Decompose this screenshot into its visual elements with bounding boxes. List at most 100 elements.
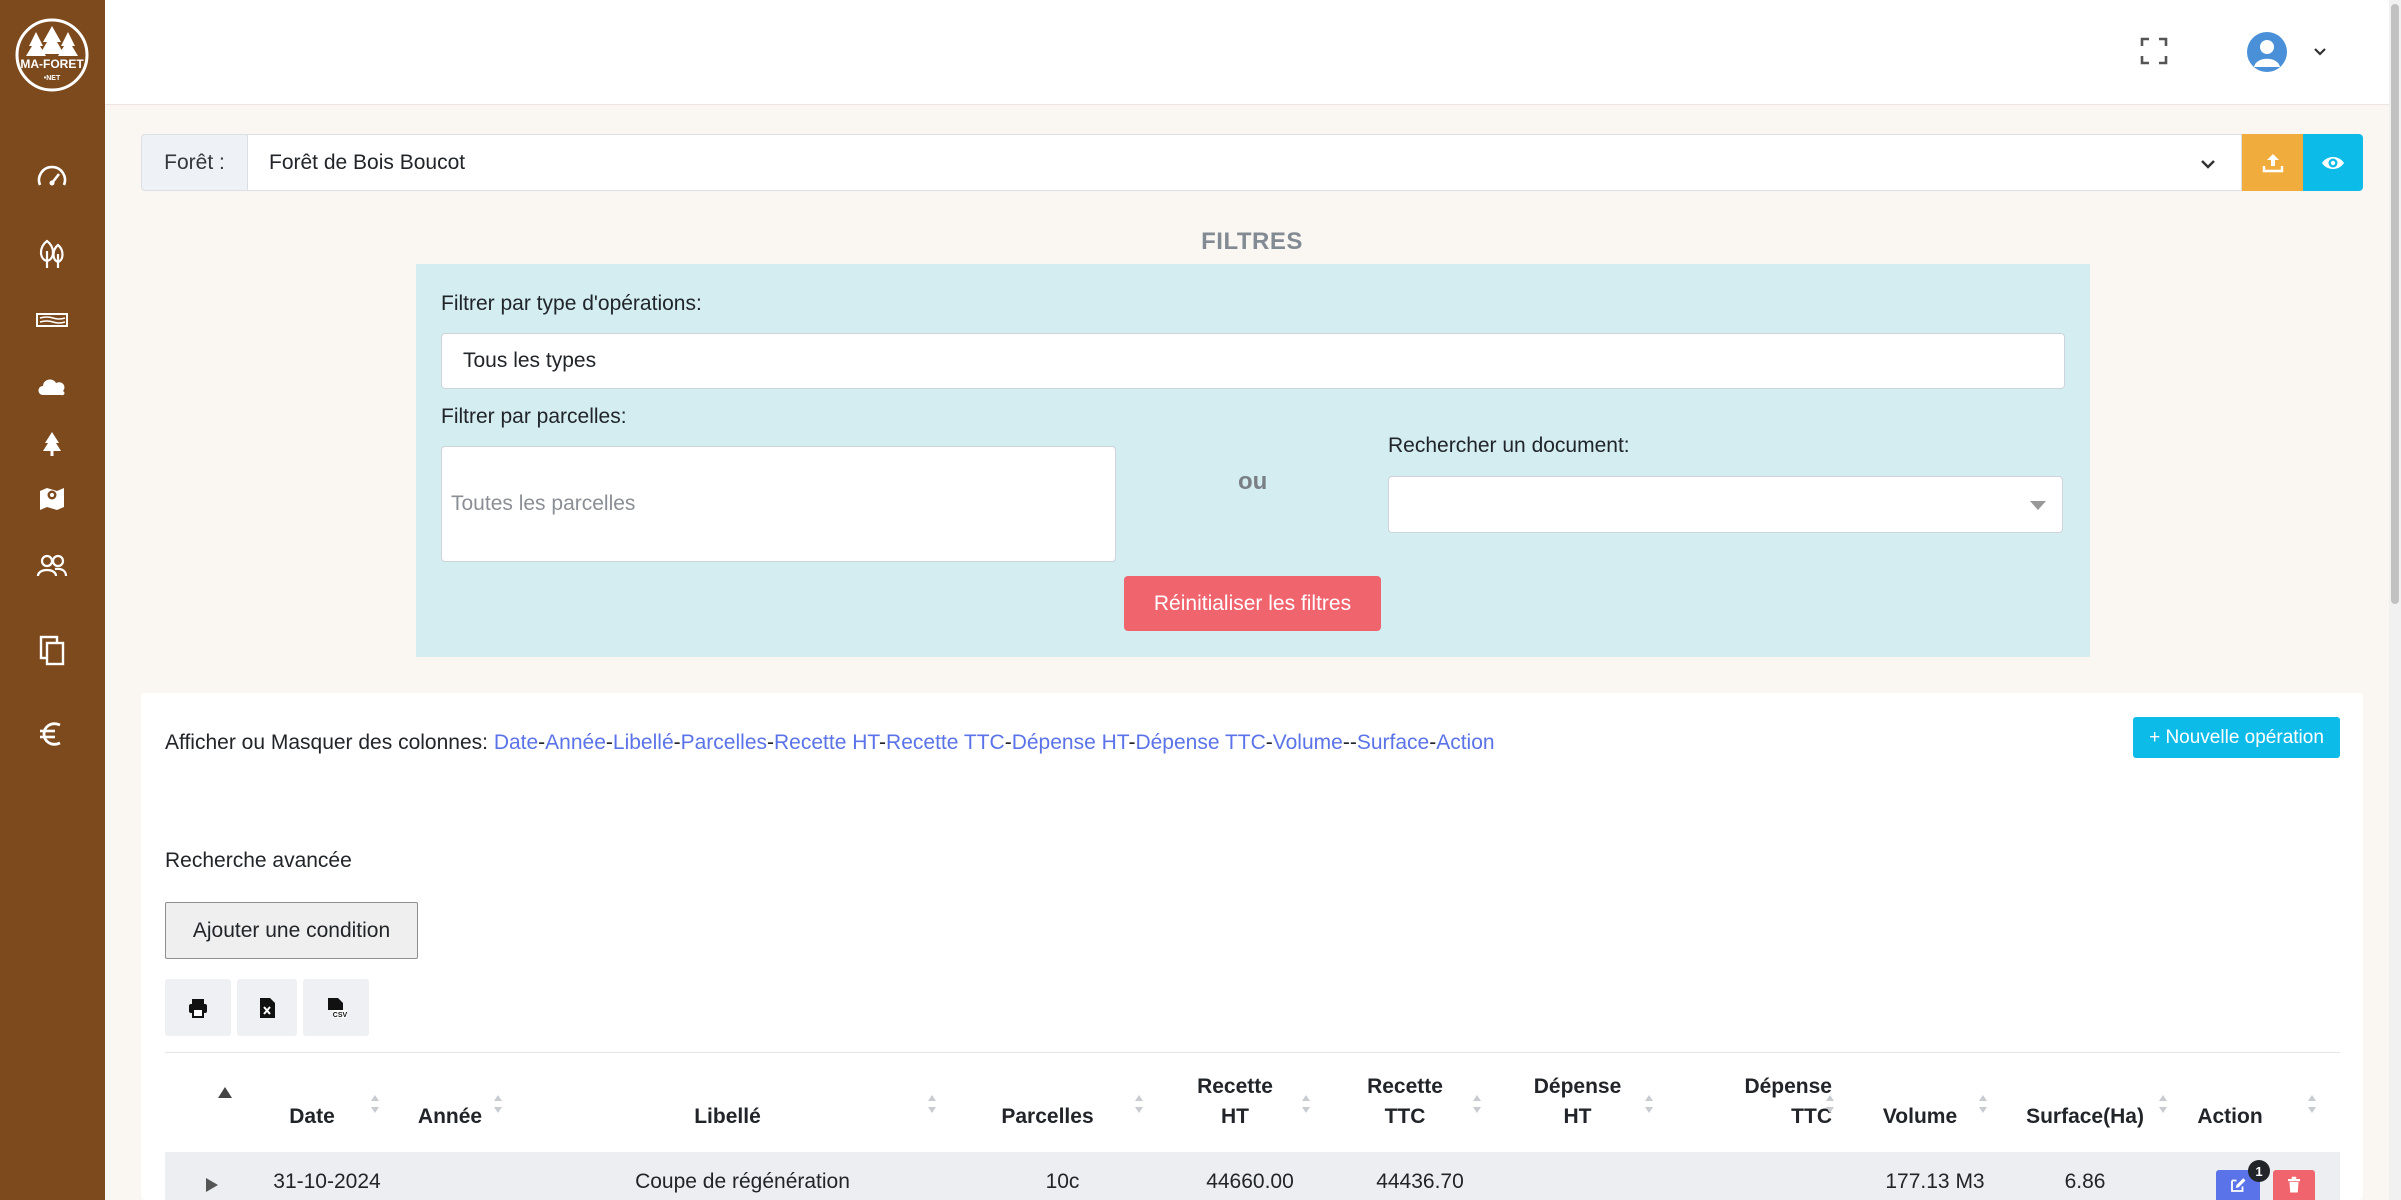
fir-tree-icon[interactable] — [30, 422, 74, 466]
page-scrollbar[interactable] — [2389, 0, 2401, 1200]
or-separator: ou — [1238, 468, 1268, 495]
documents-icon[interactable] — [30, 628, 74, 672]
fullscreen-icon[interactable] — [2139, 36, 2169, 66]
header-depense-ttc-line2: TTC — [1791, 1105, 1832, 1128]
svg-text:MA-FORET: MA-FORET — [20, 57, 84, 71]
toggle-separator: - — [879, 731, 887, 754]
csv-export-button[interactable]: CSV — [303, 979, 369, 1036]
toggle-separator: -- — [1342, 731, 1357, 754]
sort-icon[interactable] — [492, 1092, 504, 1116]
toggle-separator: - — [767, 731, 774, 754]
toggle-recette-ht[interactable]: Recette HT — [774, 731, 879, 754]
cell-libelle: Coupe de régénération — [635, 1170, 850, 1193]
header-volume[interactable]: Volume — [1870, 1102, 1970, 1132]
chevron-down-icon[interactable] — [2311, 42, 2329, 60]
upload-icon — [2262, 153, 2283, 172]
print-button[interactable] — [165, 979, 231, 1036]
header-annee[interactable]: Année — [410, 1102, 490, 1132]
dashboard-gauge-icon[interactable] — [30, 156, 74, 200]
excel-file-icon — [260, 997, 275, 1018]
excel-export-button[interactable] — [237, 979, 297, 1036]
sidebar: MA-FORET •NET — [0, 0, 105, 1200]
user-avatar-icon[interactable] — [2247, 32, 2287, 72]
toggle-annee[interactable]: Année — [545, 731, 606, 754]
toggle-volume[interactable]: Volume — [1273, 731, 1343, 754]
euro-icon[interactable] — [30, 712, 74, 756]
cell-date: 31-10-2024 — [273, 1170, 381, 1193]
expand-row-icon[interactable] — [206, 1178, 218, 1192]
sort-icon[interactable] — [1471, 1092, 1483, 1116]
toggle-depense-ht[interactable]: Dépense HT — [1012, 731, 1129, 754]
operation-type-value: Tous les types — [463, 349, 597, 372]
toggle-separator: - — [673, 731, 681, 754]
toggle-action[interactable]: Action — [1436, 731, 1494, 754]
chevron-down-icon — [2197, 153, 2219, 175]
caret-down-icon — [2030, 501, 2046, 510]
document-search-select[interactable] — [1388, 476, 2063, 533]
map-icon[interactable] — [30, 476, 74, 520]
toggle-date[interactable]: Date — [494, 731, 538, 754]
column-toggle-line: Afficher ou Masquer des colonnes: Date-A… — [165, 731, 1495, 755]
sort-icon[interactable] — [1977, 1092, 1989, 1116]
forest-label: Forêt : — [141, 134, 247, 191]
wood-planks-icon[interactable] — [30, 298, 74, 342]
sort-icon[interactable] — [1643, 1092, 1655, 1116]
header-surface[interactable]: Surface(Ha) — [2015, 1102, 2155, 1132]
sort-icon[interactable] — [2157, 1092, 2169, 1116]
svg-text:•NET: •NET — [44, 75, 61, 82]
new-operation-button[interactable]: + Nouvelle opération — [2133, 717, 2340, 758]
header-libelle[interactable]: Libellé — [600, 1102, 855, 1132]
sort-icon[interactable] — [1824, 1092, 1836, 1116]
view-button[interactable] — [2303, 134, 2363, 191]
users-icon[interactable] — [30, 544, 74, 588]
header-depense-ht-line1: Dépense — [1533, 1075, 1622, 1098]
delete-button[interactable] — [2273, 1170, 2315, 1200]
header-date[interactable]: Date — [262, 1102, 362, 1132]
header-action[interactable]: Action — [2185, 1102, 2275, 1132]
sort-icon[interactable] — [1133, 1092, 1145, 1116]
toggle-surface[interactable]: Surface — [1357, 731, 1429, 754]
expand-all-sort-icon[interactable] — [218, 1087, 232, 1098]
header-depense-ttc[interactable]: Dépense TTC — [1712, 1072, 1832, 1132]
ma-foret-logo[interactable]: MA-FORET •NET — [12, 18, 92, 92]
column-toggle-prefix: Afficher ou Masquer des colonnes: — [165, 731, 488, 754]
forest-select[interactable]: Forêt de Bois Boucot — [247, 134, 2242, 191]
toggle-recette-ttc[interactable]: Recette TTC — [886, 731, 1005, 754]
header-depense-ttc-line1: Dépense — [1744, 1075, 1832, 1098]
sort-icon[interactable] — [926, 1092, 938, 1116]
toggle-separator: - — [605, 731, 613, 754]
add-condition-button[interactable]: Ajouter une condition — [165, 902, 418, 959]
parcel-filter-placeholder: Toutes les parcelles — [451, 492, 636, 515]
header-recette-ttc-line2: TTC — [1384, 1105, 1426, 1128]
header-recette-ht-line1: Recette — [1197, 1075, 1273, 1098]
scrollbar-thumb[interactable] — [2391, 4, 2399, 604]
topbar — [105, 0, 2389, 105]
upload-button[interactable] — [2242, 134, 2303, 191]
cell-surface: 6.86 — [2064, 1170, 2106, 1193]
csv-file-icon: CSV — [328, 997, 348, 1019]
cell-volume: 177.13 M3 — [1885, 1170, 1985, 1193]
sort-icon[interactable] — [1300, 1092, 1312, 1116]
eye-icon — [2322, 156, 2344, 169]
header-depense-ht[interactable]: Dépense HT — [1520, 1072, 1635, 1132]
header-parcelles[interactable]: Parcelles — [990, 1102, 1105, 1132]
cloud-icon[interactable] — [30, 364, 74, 408]
toggle-libelle[interactable]: Libellé — [613, 731, 674, 754]
header-recette-ht[interactable]: Recette HT — [1185, 1072, 1285, 1132]
reset-filters-button[interactable]: Réinitialiser les filtres — [1124, 576, 1381, 631]
sort-icon[interactable] — [369, 1092, 381, 1116]
cell-parcelles: 10c — [1045, 1170, 1080, 1193]
trees-icon[interactable] — [30, 232, 74, 276]
notification-badge: 1 — [2248, 1160, 2270, 1182]
sort-icon[interactable] — [2306, 1092, 2318, 1116]
forest-selected-value: Forêt de Bois Boucot — [269, 150, 466, 174]
header-recette-ttc[interactable]: Recette TTC — [1355, 1072, 1455, 1132]
parcel-filter-label: Filtrer par parcelles: — [441, 405, 627, 428]
header-recette-ht-line2: HT — [1221, 1105, 1249, 1128]
operation-type-select[interactable]: Tous les types — [441, 333, 2065, 389]
table-top-border — [165, 1052, 2340, 1053]
toggle-parcelles[interactable]: Parcelles — [681, 731, 767, 754]
parcel-filter-input[interactable]: Toutes les parcelles — [441, 446, 1116, 562]
trash-icon — [2288, 1176, 2300, 1193]
toggle-depense-ttc[interactable]: Dépense TTC — [1135, 731, 1265, 754]
